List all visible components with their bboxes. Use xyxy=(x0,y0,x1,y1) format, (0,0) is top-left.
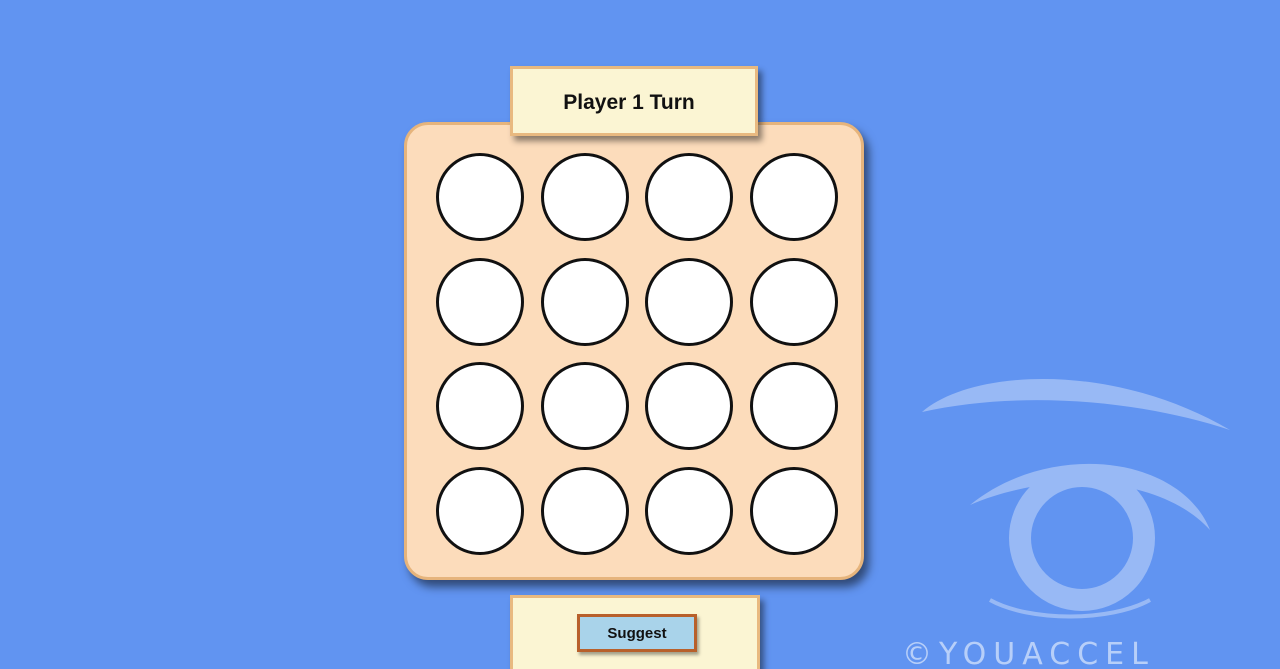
game-screen: ©YOUACCEL Player 1 Turn Suggest xyxy=(0,0,1280,669)
board-cell[interactable] xyxy=(645,362,733,450)
board-cell[interactable] xyxy=(749,257,838,346)
board-cell[interactable] xyxy=(749,153,838,241)
board-cell[interactable] xyxy=(749,466,838,555)
board-cell[interactable] xyxy=(540,466,629,555)
board-cell[interactable] xyxy=(436,153,524,241)
board-cell[interactable] xyxy=(749,362,838,450)
board-cell[interactable] xyxy=(540,257,629,346)
board-cell[interactable] xyxy=(540,153,629,241)
turn-indicator: Player 1 Turn xyxy=(510,66,758,136)
board-cell[interactable] xyxy=(645,257,733,346)
game-board xyxy=(404,122,864,580)
board-cell[interactable] xyxy=(645,153,733,241)
eye-logo-icon xyxy=(922,378,1230,619)
suggest-button[interactable]: Suggest xyxy=(577,614,697,652)
board-cell[interactable] xyxy=(436,466,524,555)
board-cell[interactable] xyxy=(645,466,733,555)
board-cell[interactable] xyxy=(540,362,629,450)
board-grid xyxy=(436,153,838,555)
board-cell[interactable] xyxy=(436,257,524,346)
turn-label: Player 1 Turn xyxy=(563,91,695,114)
suggest-panel: Suggest xyxy=(510,595,760,669)
watermark-text: ©YOUACCEL xyxy=(902,637,1155,669)
board-cell[interactable] xyxy=(436,362,524,450)
